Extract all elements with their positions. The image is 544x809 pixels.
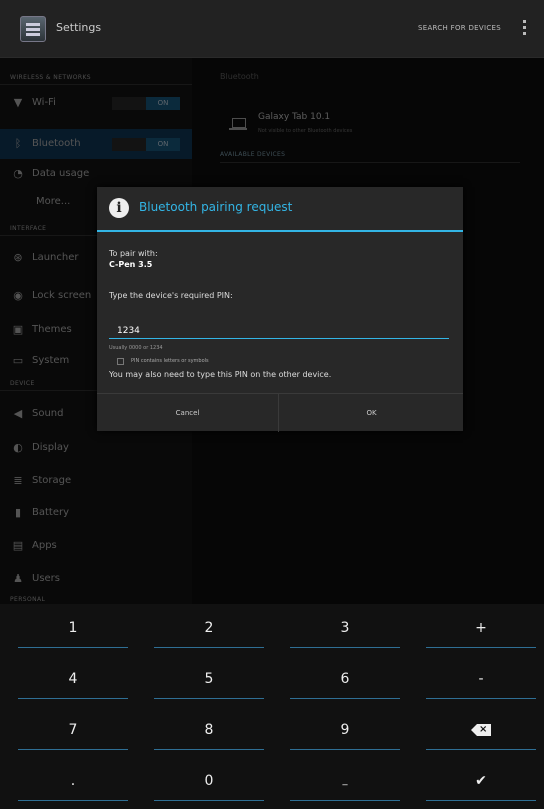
sidebar-item-label: Apps bbox=[32, 540, 57, 551]
data-usage-icon: ◔ bbox=[13, 167, 23, 180]
sidebar-item-label: Launcher bbox=[32, 252, 79, 263]
info-icon: i bbox=[109, 198, 129, 218]
section-header-personal: PERSONAL bbox=[0, 596, 194, 607]
sidebar-item-label: Data usage bbox=[32, 168, 90, 179]
key-5[interactable]: 5 bbox=[146, 659, 272, 703]
settings-app-icon[interactable] bbox=[20, 16, 46, 42]
pin-letters-checkbox[interactable] bbox=[117, 358, 124, 365]
sidebar-item-label: Battery bbox=[32, 507, 70, 518]
action-bar: Settings SEARCH FOR DEVICES bbox=[0, 0, 544, 58]
sidebar-item-apps[interactable]: ▤ Apps bbox=[0, 531, 192, 561]
display-icon: ◐ bbox=[13, 441, 23, 454]
bluetooth-toggle[interactable]: ON bbox=[112, 138, 180, 151]
dialog-title-bar: i Bluetooth pairing request bbox=[97, 187, 463, 232]
toggle-state: ON bbox=[146, 97, 180, 110]
apps-icon: ▤ bbox=[12, 539, 24, 552]
search-for-devices-button[interactable]: SEARCH FOR DEVICES bbox=[418, 24, 501, 32]
key-period[interactable]: . bbox=[10, 761, 136, 805]
settings-screen: Settings SEARCH FOR DEVICES WIRELESS & N… bbox=[0, 0, 544, 809]
key-underscore[interactable]: _ bbox=[282, 761, 408, 805]
sidebar-item-label: System bbox=[32, 355, 70, 366]
sidebar-item-label: Lock screen bbox=[32, 290, 92, 301]
pin-hint: Usually 0000 or 1234 bbox=[109, 345, 163, 351]
panel-title: Bluetooth bbox=[220, 72, 259, 81]
type-pin-label: Type the device's required PIN: bbox=[109, 291, 233, 300]
also-type-note: You may also need to type this PIN on th… bbox=[109, 370, 332, 379]
local-device-row[interactable]: Galaxy Tab 10.1 Not visible to other Blu… bbox=[220, 106, 520, 146]
cancel-button[interactable]: Cancel bbox=[97, 394, 279, 432]
key-plus[interactable]: + bbox=[418, 608, 544, 652]
themes-icon: ▣ bbox=[12, 323, 24, 336]
key-3[interactable]: 3 bbox=[282, 608, 408, 652]
pin-input[interactable] bbox=[109, 323, 449, 339]
toggle-state: ON bbox=[146, 138, 180, 151]
system-icon: ▭ bbox=[12, 354, 24, 367]
sidebar-item-label: More... bbox=[36, 196, 71, 207]
bluetooth-icon: ᛒ bbox=[14, 137, 22, 150]
sidebar-item-display[interactable]: ◐ Display bbox=[0, 433, 192, 463]
key-4[interactable]: 4 bbox=[10, 659, 136, 703]
checkmark-icon: ✔ bbox=[475, 773, 487, 789]
key-1[interactable]: 1 bbox=[10, 608, 136, 652]
checkbox-label: PIN contains letters or symbols bbox=[131, 358, 209, 364]
backspace-icon: × bbox=[471, 724, 491, 736]
launcher-icon: ⊛ bbox=[13, 251, 23, 264]
key-0[interactable]: 0 bbox=[146, 761, 272, 805]
sidebar-item-bluetooth[interactable]: ᛒ Bluetooth ON bbox=[0, 129, 192, 159]
divider bbox=[220, 162, 520, 163]
action-bar-title: Settings bbox=[56, 21, 102, 34]
pairing-device-name: C-Pen 3.5 bbox=[109, 260, 153, 269]
wifi-toggle[interactable]: ON bbox=[112, 97, 180, 110]
section-header-interface: INTERFACE bbox=[0, 225, 194, 236]
users-icon: ♟ bbox=[13, 572, 23, 585]
sidebar-item-label: Bluetooth bbox=[32, 138, 81, 149]
section-header-wireless: WIRELESS & NETWORKS bbox=[0, 74, 193, 85]
sidebar-item-wifi[interactable]: ▼ Wi-Fi ON bbox=[0, 88, 192, 118]
key-8[interactable]: 8 bbox=[146, 710, 272, 754]
backspace-key[interactable]: × bbox=[418, 710, 544, 754]
local-device-name: Galaxy Tab 10.1 bbox=[258, 112, 331, 122]
key-9[interactable]: 9 bbox=[282, 710, 408, 754]
sidebar-item-users[interactable]: ♟ Users bbox=[0, 564, 192, 594]
pairing-dialog: i Bluetooth pairing request To pair with… bbox=[97, 187, 463, 432]
sidebar-item-label: Wi-Fi bbox=[32, 97, 56, 108]
overflow-menu-icon[interactable] bbox=[520, 18, 528, 40]
lock-screen-icon: ◉ bbox=[13, 289, 23, 302]
key-7[interactable]: 7 bbox=[10, 710, 136, 754]
pin-letters-checkbox-row[interactable]: PIN contains letters or symbols bbox=[117, 357, 317, 367]
dialog-title-divider bbox=[97, 230, 463, 232]
sidebar-item-label: Display bbox=[32, 442, 69, 453]
storage-icon: ≣ bbox=[13, 474, 23, 487]
key-minus[interactable]: - bbox=[418, 659, 544, 703]
key-2[interactable]: 2 bbox=[146, 608, 272, 652]
wifi-icon: ▼ bbox=[13, 96, 23, 109]
dialog-button-bar: Cancel OK bbox=[97, 393, 463, 432]
battery-icon: ▮ bbox=[14, 506, 22, 519]
sidebar-item-battery[interactable]: ▮ Battery bbox=[0, 498, 192, 528]
sidebar-item-data-usage[interactable]: ◔ Data usage bbox=[0, 159, 192, 189]
done-key[interactable]: ✔ bbox=[418, 761, 544, 805]
local-device-status: Not visible to other Bluetooth devices bbox=[258, 128, 353, 134]
sidebar-item-label: Sound bbox=[32, 408, 64, 419]
ok-button[interactable]: OK bbox=[280, 394, 463, 432]
sidebar-item-label: Users bbox=[32, 573, 61, 584]
sound-icon: ◀ bbox=[13, 407, 23, 420]
laptop-icon bbox=[229, 118, 247, 130]
key-6[interactable]: 6 bbox=[282, 659, 408, 703]
pair-with-label: To pair with: bbox=[109, 249, 158, 258]
sidebar-item-label: Themes bbox=[32, 324, 72, 335]
sidebar-item-label: Storage bbox=[32, 475, 72, 486]
available-devices-header: AVAILABLE DEVICES bbox=[220, 151, 286, 158]
sidebar-item-storage[interactable]: ≣ Storage bbox=[0, 466, 192, 496]
section-header-device: DEVICE bbox=[0, 380, 190, 391]
numeric-keyboard: 1 2 3 + 4 5 6 - 7 8 9 × . 0 _ ✔ bbox=[0, 604, 544, 809]
dialog-title: Bluetooth pairing request bbox=[139, 200, 293, 214]
